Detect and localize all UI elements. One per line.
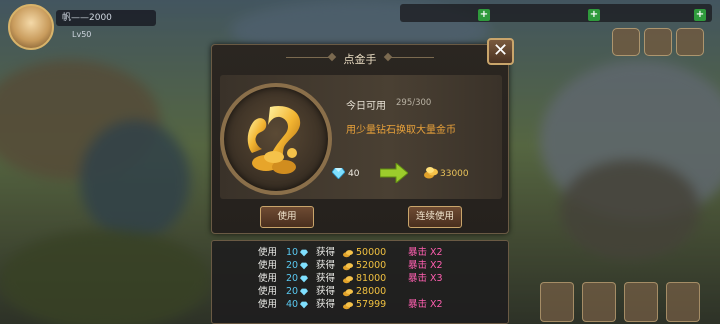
bottom-menu xyxy=(530,282,720,324)
bottom-menu-item[interactable] xyxy=(582,282,616,322)
midas-touch-dialog: 点金手 今日可用 295/300 用少量钻石换取大量金币 40 33000 使用… xyxy=(211,44,509,234)
bottom-menu-item[interactable] xyxy=(540,282,574,322)
resource-bar: + + + xyxy=(400,4,712,22)
bottom-menu-item[interactable] xyxy=(624,282,658,322)
bottom-menu-item[interactable] xyxy=(666,282,700,322)
list-item: 使用 20 获得 81000 暴击 X3 xyxy=(258,273,443,284)
side-menu-icon[interactable] xyxy=(644,28,672,56)
list-item: 使用 20 获得 28000 xyxy=(258,286,387,297)
gold-coin-icon xyxy=(424,167,438,179)
gold-coin-icon xyxy=(343,250,353,258)
use-button[interactable]: 使用 xyxy=(260,206,314,228)
list-item: 使用 20 获得 52000 暴击 X2 xyxy=(258,260,443,271)
add-resource-plus-icon[interactable]: + xyxy=(588,9,600,21)
diamond-icon xyxy=(300,288,308,296)
gold-gain: 33000 xyxy=(440,169,469,179)
exchange-log: 使用 10 获得 50000 暴击 X2 使用 20 获得 52000 暴击 X… xyxy=(211,240,509,324)
list-item: 使用 10 获得 50000 暴击 X2 xyxy=(258,247,443,258)
gold-coin-icon xyxy=(343,263,353,271)
golden-hand-icon xyxy=(247,105,301,174)
gold-coin-icon xyxy=(343,302,353,310)
arrow-right-icon xyxy=(380,163,408,183)
close-icon[interactable]: ✕ xyxy=(487,38,514,65)
diamond-icon xyxy=(300,275,308,283)
continuous-use-button[interactable]: 连续使用 xyxy=(408,206,462,228)
avatar[interactable] xyxy=(8,4,54,50)
side-menu-icon[interactable] xyxy=(676,28,704,56)
player-level: Lv50 xyxy=(72,30,92,39)
list-item: 使用 40 获得 57999 暴击 X2 xyxy=(258,299,443,310)
available-count: 295/300 xyxy=(396,98,432,108)
add-resource-plus-icon[interactable]: + xyxy=(478,9,490,21)
player-hud[interactable]: 帆——2000 Lv50 xyxy=(8,4,158,50)
dialog-title: 点金手 xyxy=(343,53,377,66)
available-label: 今日可用 xyxy=(346,101,386,112)
diamond-cost: 40 xyxy=(348,169,360,179)
gold-coin-icon xyxy=(343,289,353,297)
diamond-icon xyxy=(300,262,308,270)
gold-coin-icon xyxy=(343,276,353,284)
side-menu-icon[interactable] xyxy=(612,28,640,56)
add-resource-plus-icon[interactable]: + xyxy=(694,9,706,21)
title-ornament xyxy=(388,57,434,58)
diamond-icon xyxy=(332,168,345,179)
golden-hand-medallion xyxy=(220,83,332,195)
diamond-icon xyxy=(300,301,308,309)
diamond-icon xyxy=(300,249,308,257)
player-name: 帆——2000 xyxy=(56,10,156,26)
exchange-description: 用少量钻石换取大量金币 xyxy=(346,125,456,136)
